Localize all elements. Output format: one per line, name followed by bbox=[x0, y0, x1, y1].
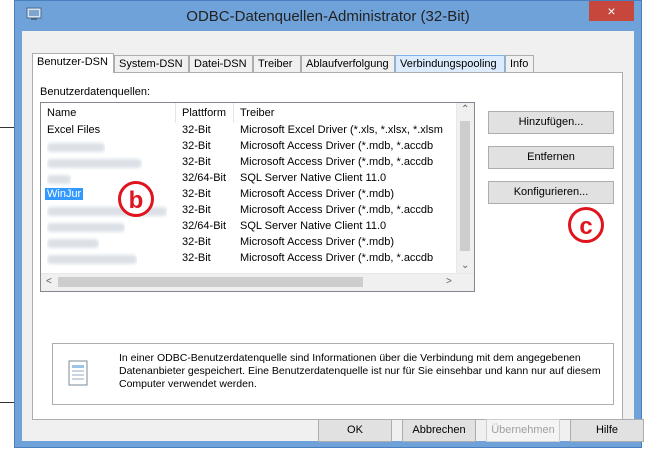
scroll-down-icon[interactable]: ⌄ bbox=[461, 260, 469, 271]
list-row[interactable]: 32-Bit Microsoft Access Driver (*.mdb, *… bbox=[41, 139, 459, 155]
list-row[interactable]: 32-Bit Microsoft Access Driver (*.mdb, *… bbox=[41, 251, 459, 267]
row-name: Excel Files bbox=[47, 124, 101, 136]
list-row-selected[interactable]: WinJur 32-Bit Microsoft Access Driver (*… bbox=[41, 187, 459, 203]
list-row[interactable]: 32-Bit Microsoft Access Driver (*.mdb) bbox=[41, 235, 459, 251]
data-source-icon bbox=[68, 360, 88, 386]
data-source-list[interactable]: Name Plattform Treiber Excel Files 32-Bi… bbox=[40, 102, 475, 292]
row-platform: 32-Bit bbox=[182, 204, 211, 216]
row-name-redacted bbox=[47, 236, 99, 251]
tab-datei-dsn[interactable]: Datei-DSN bbox=[189, 55, 253, 72]
info-box: In einer ODBC-Benutzerdatenquelle sind I… bbox=[52, 343, 614, 405]
dialog-window: ODBC-Datenquellen-Administrator (32-Bit)… bbox=[14, 0, 644, 448]
row-platform: 32-Bit bbox=[182, 188, 211, 200]
ok-button[interactable]: OK bbox=[318, 419, 392, 442]
cancel-button[interactable]: Abbrechen bbox=[402, 419, 476, 442]
row-driver: Microsoft Access Driver (*.mdb) bbox=[240, 236, 395, 248]
column-header-platform[interactable]: Plattform bbox=[176, 103, 234, 123]
list-row[interactable]: Excel Files 32-Bit Microsoft Excel Drive… bbox=[41, 123, 459, 139]
scroll-up-icon[interactable]: ⌃ bbox=[461, 104, 469, 115]
row-driver: Microsoft Access Driver (*.mdb, *.accdb bbox=[240, 140, 434, 152]
window-title: ODBC-Datenquellen-Administrator (32-Bit) bbox=[186, 8, 470, 25]
row-name-redacted bbox=[47, 220, 125, 235]
edge-mark-bottom bbox=[0, 402, 14, 403]
tab-system-dsn[interactable]: System-DSN bbox=[114, 55, 189, 72]
dialog-client: Benutzer-DSN System-DSN Datei-DSN Treibe… bbox=[22, 31, 644, 442]
tab-info[interactable]: Info bbox=[505, 55, 534, 72]
edge-mark-top bbox=[0, 127, 14, 128]
callout-b: b bbox=[118, 181, 154, 217]
list-label: Benutzerdatenquellen: bbox=[40, 86, 151, 98]
row-driver: Microsoft Access Driver (*.mdb, *.accdb bbox=[240, 252, 434, 264]
row-driver: Microsoft Access Driver (*.mdb, *.accdb bbox=[240, 156, 434, 168]
row-platform: 32-Bit bbox=[182, 140, 211, 152]
horizontal-scrollbar[interactable]: < > bbox=[41, 273, 474, 291]
list-row[interactable]: 32/64-Bit SQL Server Native Client 11.0 bbox=[41, 219, 459, 235]
scroll-right-icon[interactable]: > bbox=[446, 276, 452, 287]
row-name-redacted bbox=[47, 140, 105, 155]
row-name: WinJur bbox=[45, 188, 84, 200]
list-row[interactable]: 32-Bit Microsoft Access Driver (*.mdb, *… bbox=[41, 203, 459, 219]
column-header-name[interactable]: Name bbox=[41, 103, 176, 123]
horizontal-scroll-thumb[interactable] bbox=[58, 277, 363, 287]
row-driver: SQL Server Native Client 11.0 bbox=[240, 220, 387, 232]
list-row[interactable]: 32/64-Bit SQL Server Native Client 11.0 bbox=[41, 171, 459, 187]
tab-verbindungspooling[interactable]: Verbindungspooling bbox=[395, 55, 505, 72]
row-platform: 32-Bit bbox=[182, 252, 211, 264]
row-name-redacted bbox=[47, 252, 137, 267]
row-driver: Microsoft Access Driver (*.mdb, *.accdb bbox=[240, 204, 434, 216]
row-driver: Microsoft Access Driver (*.mdb) bbox=[240, 188, 395, 200]
vertical-scrollbar[interactable]: ⌃ ⌄ bbox=[456, 103, 474, 276]
title-bar: ODBC-Datenquellen-Administrator (32-Bit)… bbox=[15, 1, 641, 31]
help-button[interactable]: Hilfe bbox=[570, 419, 644, 442]
scroll-left-icon[interactable]: < bbox=[46, 276, 52, 287]
tab-benutzer-dsn[interactable]: Benutzer-DSN bbox=[32, 53, 114, 73]
row-platform: 32/64-Bit bbox=[182, 172, 227, 184]
info-text: In einer ODBC-Benutzerdatenquelle sind I… bbox=[119, 352, 601, 390]
vertical-scroll-thumb[interactable] bbox=[460, 121, 470, 251]
tab-treiber[interactable]: Treiber bbox=[253, 55, 301, 72]
row-driver: SQL Server Native Client 11.0 bbox=[240, 172, 387, 184]
row-name-redacted bbox=[47, 156, 142, 171]
row-driver: Microsoft Excel Driver (*.xls, *.xlsx, *… bbox=[240, 124, 443, 136]
close-button[interactable]: × bbox=[589, 1, 634, 21]
add-button[interactable]: Hinzufügen... bbox=[488, 111, 614, 134]
row-platform: 32-Bit bbox=[182, 156, 211, 168]
list-row[interactable]: 32-Bit Microsoft Access Driver (*.mdb, *… bbox=[41, 155, 459, 171]
apply-button: Übernehmen bbox=[486, 419, 560, 442]
row-platform: 32-Bit bbox=[182, 236, 211, 248]
tab-ablaufverfolgung[interactable]: Ablaufverfolgung bbox=[301, 55, 395, 72]
callout-c: c bbox=[568, 207, 604, 243]
remove-button[interactable]: Entfernen bbox=[488, 146, 614, 169]
column-header-driver[interactable]: Treiber bbox=[234, 103, 459, 123]
row-name-redacted bbox=[47, 172, 71, 187]
row-platform: 32/64-Bit bbox=[182, 220, 227, 232]
row-platform: 32-Bit bbox=[182, 124, 211, 136]
configure-button[interactable]: Konfigurieren... bbox=[488, 181, 614, 204]
